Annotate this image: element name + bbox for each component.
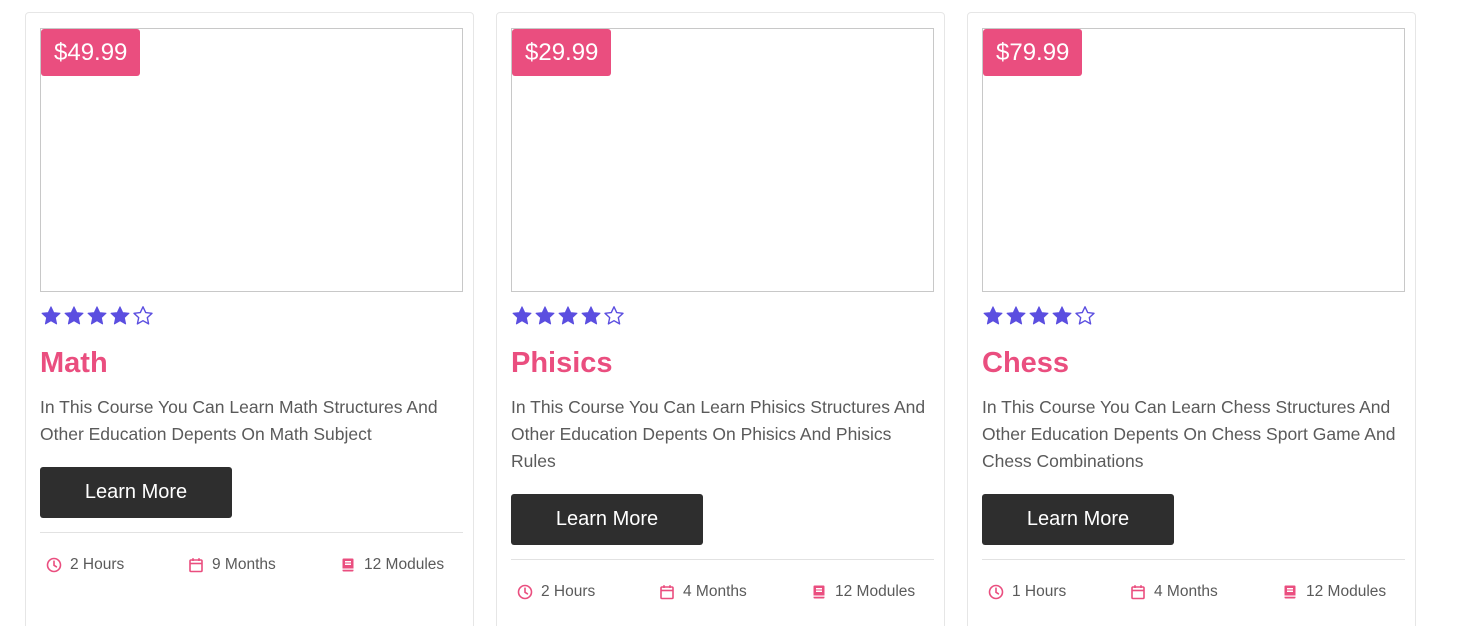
- meta-modules-label: 12 Modules: [1306, 583, 1387, 600]
- course-cards: $49.99 Math In This Course You Can Learn…: [0, 0, 1466, 626]
- course-title[interactable]: Phisics: [511, 344, 613, 382]
- course-image: $49.99: [40, 28, 463, 292]
- course-image: $79.99: [982, 28, 1405, 292]
- clock-icon: [517, 584, 533, 600]
- meta-hours: 1 Hours: [988, 580, 1066, 604]
- calendar-icon: [188, 557, 204, 573]
- book-icon: [1282, 584, 1298, 600]
- star-filled-icon: [982, 305, 1004, 327]
- course-meta: 2 Hours 4 Months 12 Modules: [511, 580, 934, 604]
- star-filled-icon: [86, 305, 108, 327]
- meta-modules-label: 12 Modules: [364, 556, 445, 573]
- course-title[interactable]: Math: [40, 344, 108, 382]
- course-description: In This Course You Can Learn Math Struct…: [40, 397, 438, 444]
- learn-more-button[interactable]: Learn More: [511, 494, 703, 545]
- course-card: $49.99 Math In This Course You Can Learn…: [25, 12, 474, 626]
- book-icon: [340, 557, 356, 573]
- meta-hours-label: 1 Hours: [1012, 583, 1067, 600]
- price-badge: $79.99: [983, 29, 1083, 76]
- meta-modules-label: 12 Modules: [835, 583, 916, 600]
- learn-more-button[interactable]: Learn More: [982, 494, 1174, 545]
- meta-months-label: 4 Months: [683, 583, 747, 600]
- calendar-icon: [1130, 584, 1146, 600]
- course-card: $79.99 Chess In This Course You Can Lear…: [967, 12, 1416, 626]
- clock-icon: [46, 557, 62, 573]
- course-card: $29.99 Phisics In This Course You Can Le…: [496, 12, 945, 626]
- price-badge: $29.99: [512, 29, 612, 76]
- star-filled-icon: [109, 305, 131, 327]
- star-filled-icon: [1028, 305, 1050, 327]
- star-outline-icon: [132, 305, 154, 327]
- meta-months: 4 Months: [659, 580, 747, 604]
- meta-hours: 2 Hours: [46, 553, 124, 577]
- star-filled-icon: [63, 305, 85, 327]
- star-filled-icon: [557, 305, 579, 327]
- calendar-icon: [659, 584, 675, 600]
- clock-icon: [988, 584, 1004, 600]
- rating-stars: [40, 305, 154, 329]
- course-image: $29.99: [511, 28, 934, 292]
- course-description: In This Course You Can Learn Phisics Str…: [511, 397, 926, 471]
- learn-more-button[interactable]: Learn More: [40, 467, 232, 518]
- course-meta: 2 Hours 9 Months 12 Modules: [40, 553, 463, 577]
- course-meta: 1 Hours 4 Months 12 Modules: [982, 580, 1405, 604]
- meta-hours: 2 Hours: [517, 580, 595, 604]
- meta-modules: 12 Modules: [1282, 580, 1386, 604]
- meta-modules: 12 Modules: [811, 580, 915, 604]
- meta-months: 4 Months: [1130, 580, 1218, 604]
- rating-stars: [982, 305, 1096, 329]
- meta-modules: 12 Modules: [340, 553, 444, 577]
- star-filled-icon: [1005, 305, 1027, 327]
- divider: [511, 559, 934, 560]
- meta-hours-label: 2 Hours: [70, 556, 125, 573]
- meta-months-label: 9 Months: [212, 556, 276, 573]
- price-badge: $49.99: [41, 29, 141, 76]
- star-outline-icon: [1074, 305, 1096, 327]
- meta-months-label: 4 Months: [1154, 583, 1218, 600]
- book-icon: [811, 584, 827, 600]
- meta-months: 9 Months: [188, 553, 276, 577]
- star-filled-icon: [534, 305, 556, 327]
- meta-hours-label: 2 Hours: [541, 583, 596, 600]
- divider: [40, 532, 463, 533]
- star-outline-icon: [603, 305, 625, 327]
- star-filled-icon: [1051, 305, 1073, 327]
- course-description: In This Course You Can Learn Chess Struc…: [982, 397, 1396, 471]
- course-title[interactable]: Chess: [982, 344, 1069, 382]
- rating-stars: [511, 305, 625, 329]
- star-filled-icon: [580, 305, 602, 327]
- divider: [982, 559, 1405, 560]
- star-filled-icon: [40, 305, 62, 327]
- star-filled-icon: [511, 305, 533, 327]
